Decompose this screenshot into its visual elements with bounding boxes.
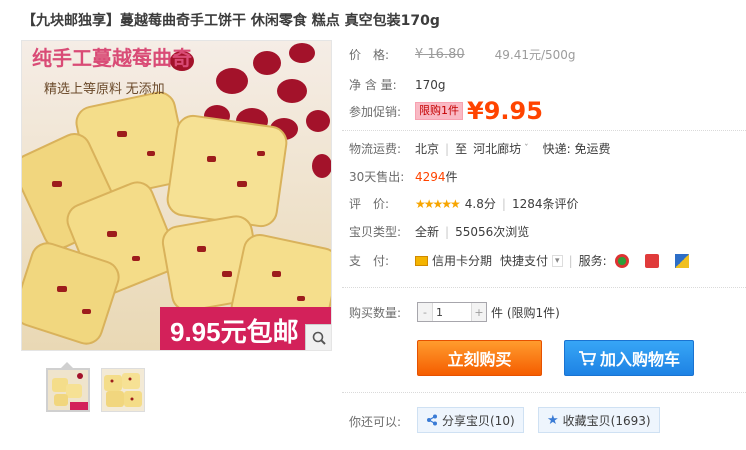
- promo-label: 参加促销:: [349, 104, 402, 119]
- sold-unit: 件: [445, 170, 458, 184]
- collect-button[interactable]: ★ 收藏宝贝(1693): [538, 407, 660, 433]
- rating-row: 评 价: ★★★★★ 4.8分 | 1284条评价: [349, 195, 579, 212]
- product-title: 【九块邮独享】蔓越莓曲奇手工饼干 休闲零食 糕点 真空包装170g: [22, 13, 440, 29]
- share-section-label: 你还可以:: [349, 415, 402, 429]
- thumbnail-1[interactable]: [46, 368, 90, 412]
- rating-score: 4.8分: [464, 197, 496, 211]
- ship-to-word: 至: [455, 142, 468, 156]
- add-to-cart-label: 加入购物车: [599, 350, 680, 369]
- weight-label: 净 含 量:: [349, 78, 397, 92]
- condition-type: 全新: [415, 225, 440, 239]
- ship-from: 北京: [415, 142, 440, 156]
- currency-symbol: ¥: [467, 97, 484, 125]
- promo-price: ¥9.95: [467, 97, 543, 125]
- product-main-image[interactable]: 纯手工蔓越莓曲奇 精选上等原料 无添加 9.95元包邮: [21, 40, 332, 351]
- credit-installment[interactable]: 信用卡分期: [432, 252, 492, 269]
- ship-to-location[interactable]: 河北廊坊: [473, 140, 521, 157]
- promo-price-value: 9.95: [483, 97, 543, 125]
- service-label: 服务:: [578, 254, 607, 268]
- divider: [342, 392, 746, 393]
- service-invoice-icon[interactable]: [674, 253, 689, 268]
- quantity-stepper[interactable]: - +: [417, 302, 487, 322]
- view-count: 55056次浏览: [455, 225, 530, 239]
- quantity-plus-button[interactable]: +: [472, 303, 486, 321]
- share-row: 你还可以:: [349, 413, 415, 430]
- service-7day-icon[interactable]: [614, 253, 629, 268]
- image-subline: 精选上等原料 无添加: [44, 81, 165, 96]
- dropdown-icon[interactable]: ˇ: [524, 144, 529, 154]
- shipping-label: 物流运费:: [349, 142, 402, 156]
- payment-label: 支 付:: [349, 254, 390, 268]
- condition-row: 宝贝类型: 全新 | 55056次浏览: [349, 224, 530, 240]
- sold-row: 30天售出: 4294 件: [349, 168, 458, 185]
- star-icon: ★★★★★: [415, 196, 461, 211]
- shipping-fee: 快递: 免运费: [542, 142, 611, 156]
- promo-tag: 限购1件: [415, 102, 463, 120]
- quick-pay[interactable]: 快捷支付: [500, 252, 548, 269]
- cart-icon: [578, 351, 596, 366]
- unit-price: 49.41元/500g: [494, 48, 576, 62]
- thumbnail-2[interactable]: [101, 368, 145, 412]
- quantity-row: 购买数量: - + 件 (限购1件): [349, 302, 560, 322]
- buy-now-button[interactable]: 立刻购买: [417, 340, 542, 376]
- price-label: 价 格:: [349, 48, 390, 62]
- weight-value: 170g: [415, 77, 446, 92]
- sold-label: 30天售出:: [349, 170, 405, 184]
- image-price-banner: 9.95元包邮: [170, 317, 299, 347]
- divider: [342, 130, 746, 131]
- star-icon: ★: [547, 412, 559, 428]
- payment-row: 支 付: 信用卡分期 快捷支付 ▾ | 服务:: [349, 252, 689, 269]
- divider: [342, 287, 746, 288]
- quantity-unit: 件 (限购1件): [491, 305, 560, 320]
- service-guarantee-icon[interactable]: [644, 253, 659, 268]
- quantity-input[interactable]: [432, 303, 472, 321]
- share-label: 分享宝贝(10): [442, 413, 515, 428]
- weight-row: 净 含 量: 170g: [349, 76, 446, 93]
- price-row: 价 格: ¥ 16.80 49.41元/500g: [349, 46, 576, 63]
- buy-now-label: 立刻购买: [447, 350, 512, 369]
- image-headline: 纯手工蔓越莓曲奇: [32, 46, 192, 70]
- shipping-row: 物流运费: 北京 | 至 河北廊坊 ˇ 快递: 免运费: [349, 140, 611, 157]
- quantity-label: 购买数量:: [349, 305, 402, 320]
- original-price: ¥ 16.80: [415, 47, 465, 62]
- credit-card-icon: [415, 255, 428, 266]
- condition-label: 宝贝类型:: [349, 225, 402, 239]
- collect-label: 收藏宝贝(1693): [562, 413, 651, 428]
- quantity-minus-button[interactable]: -: [418, 303, 432, 321]
- review-count[interactable]: 1284条评价: [512, 195, 579, 212]
- share-icon: [427, 414, 437, 426]
- add-to-cart-button[interactable]: 加入购物车: [564, 340, 694, 376]
- promo-row: 参加促销: 限购1件 ¥9.95: [349, 97, 543, 125]
- cookie-photo: 纯手工蔓越莓曲奇 精选上等原料 无添加 9.95元包邮: [22, 41, 331, 350]
- sold-count: 4294: [415, 169, 446, 184]
- dropdown-icon[interactable]: ▾: [552, 254, 563, 267]
- share-button[interactable]: 分享宝贝(10): [417, 407, 524, 433]
- rating-label: 评 价:: [349, 197, 390, 211]
- search-zoom-icon[interactable]: [305, 324, 331, 350]
